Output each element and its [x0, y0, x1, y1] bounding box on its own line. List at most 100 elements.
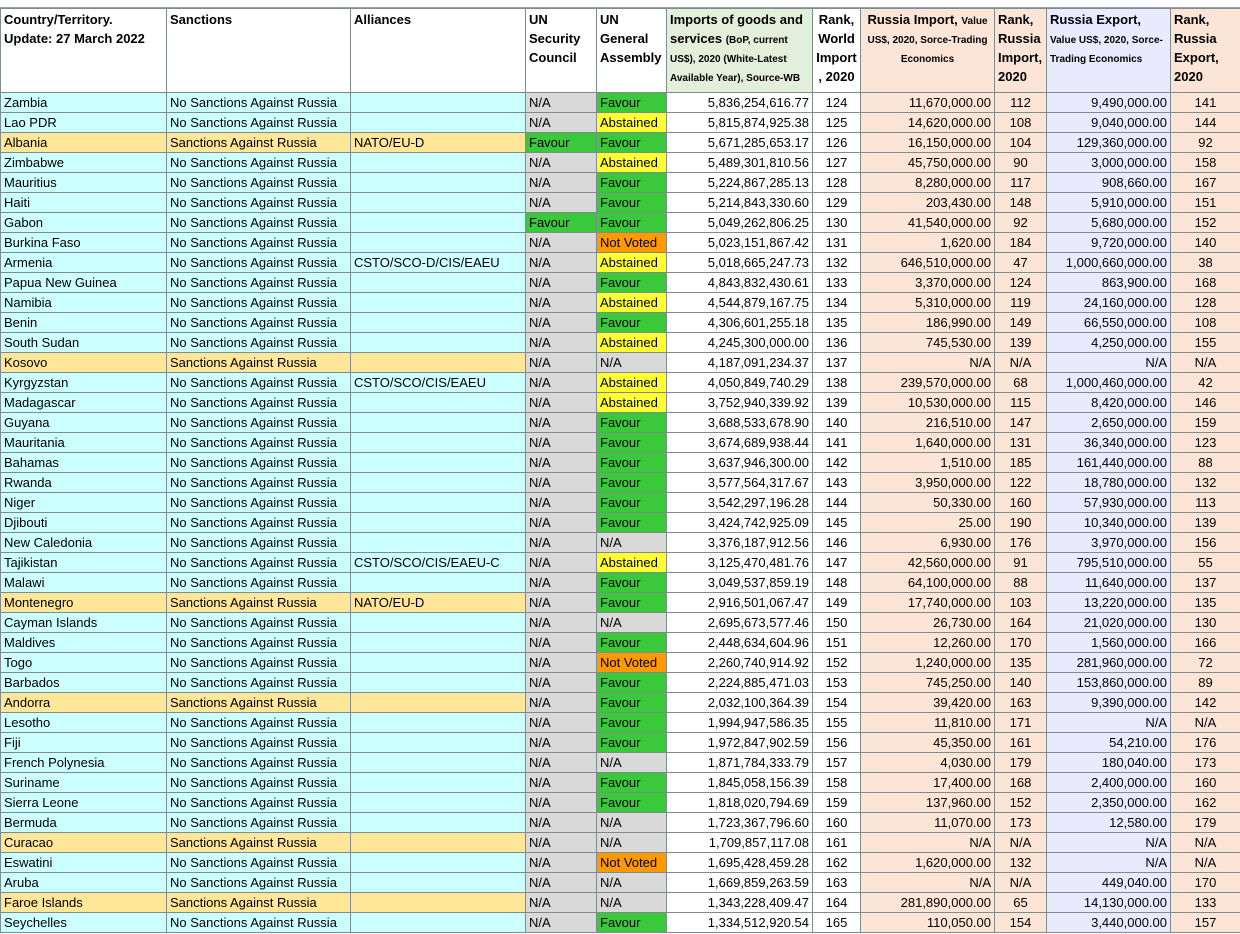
cell-alliances[interactable]: [350, 772, 526, 793]
cell-rank-russia-export[interactable]: N/A: [1170, 352, 1240, 373]
cell-rank-russia-import[interactable]: 104: [994, 132, 1047, 153]
cell-sanctions[interactable]: No Sanctions Against Russia: [166, 532, 351, 553]
cell-country[interactable]: Armenia: [0, 252, 167, 273]
cell-alliances[interactable]: [350, 832, 526, 853]
cell-alliances[interactable]: [350, 792, 526, 813]
cell-un-security-council[interactable]: N/A: [525, 892, 597, 913]
cell-rank-russia-import[interactable]: 90: [994, 152, 1047, 173]
cell-sanctions[interactable]: No Sanctions Against Russia: [166, 612, 351, 633]
cell-rank-russia-import[interactable]: 147: [994, 412, 1047, 433]
cell-russia-export[interactable]: N/A: [1046, 832, 1171, 853]
cell-russia-import[interactable]: 646,510,000.00: [860, 252, 995, 273]
cell-alliances[interactable]: [350, 212, 526, 233]
cell-rank-russia-export[interactable]: 133: [1170, 892, 1240, 913]
cell-imports[interactable]: 5,214,843,330.60: [666, 192, 813, 213]
cell-alliances[interactable]: [350, 672, 526, 693]
cell-un-general-assembly[interactable]: N/A: [596, 532, 667, 553]
cell-un-general-assembly[interactable]: Favour: [596, 412, 667, 433]
cell-sanctions[interactable]: No Sanctions Against Russia: [166, 792, 351, 813]
cell-rank-world[interactable]: 163: [812, 872, 861, 893]
cell-russia-export[interactable]: 11,640,000.00: [1046, 572, 1171, 593]
cell-rank-russia-import[interactable]: 91: [994, 552, 1047, 573]
cell-russia-export[interactable]: 1,000,660,000.00: [1046, 252, 1171, 273]
cell-country[interactable]: Sierra Leone: [0, 792, 167, 813]
cell-rank-russia-export[interactable]: 159: [1170, 412, 1240, 433]
cell-rank-russia-import[interactable]: 131: [994, 432, 1047, 453]
cell-imports[interactable]: 3,637,946,300.00: [666, 452, 813, 473]
cell-rank-russia-import[interactable]: 115: [994, 392, 1047, 413]
cell-un-security-council[interactable]: Favour: [525, 212, 597, 233]
cell-rank-world[interactable]: 158: [812, 772, 861, 793]
cell-rank-russia-import[interactable]: N/A: [994, 352, 1047, 373]
cell-russia-export[interactable]: 1,560,000.00: [1046, 632, 1171, 653]
cell-rank-world[interactable]: 131: [812, 232, 861, 253]
cell-russia-import[interactable]: 11,670,000.00: [860, 92, 995, 113]
cell-rank-russia-import[interactable]: 108: [994, 112, 1047, 133]
cell-un-security-council[interactable]: N/A: [525, 352, 597, 373]
cell-rank-russia-export[interactable]: 157: [1170, 912, 1240, 933]
cell-alliances[interactable]: [350, 532, 526, 553]
cell-un-general-assembly[interactable]: Favour: [596, 512, 667, 533]
cell-rank-russia-export[interactable]: 176: [1170, 732, 1240, 753]
cell-un-general-assembly[interactable]: N/A: [596, 872, 667, 893]
header-alliances[interactable]: Alliances: [350, 8, 526, 93]
cell-russia-export[interactable]: 3,440,000.00: [1046, 912, 1171, 933]
cell-imports[interactable]: 1,343,228,409.47: [666, 892, 813, 913]
cell-russia-import[interactable]: 8,280,000.00: [860, 172, 995, 193]
cell-rank-russia-import[interactable]: 139: [994, 332, 1047, 353]
cell-un-general-assembly[interactable]: Favour: [596, 172, 667, 193]
cell-rank-russia-import[interactable]: 190: [994, 512, 1047, 533]
cell-sanctions[interactable]: Sanctions Against Russia: [166, 352, 351, 373]
cell-alliances[interactable]: [350, 892, 526, 913]
cell-rank-world[interactable]: 148: [812, 572, 861, 593]
cell-sanctions[interactable]: No Sanctions Against Russia: [166, 872, 351, 893]
cell-alliances[interactable]: [350, 912, 526, 933]
cell-country[interactable]: Montenegro: [0, 592, 167, 613]
cell-un-general-assembly[interactable]: N/A: [596, 892, 667, 913]
cell-un-general-assembly[interactable]: Favour: [596, 472, 667, 493]
cell-sanctions[interactable]: No Sanctions Against Russia: [166, 112, 351, 133]
cell-country[interactable]: Gabon: [0, 212, 167, 233]
cell-un-security-council[interactable]: N/A: [525, 452, 597, 473]
cell-rank-russia-import[interactable]: 124: [994, 272, 1047, 293]
cell-rank-world[interactable]: 142: [812, 452, 861, 473]
cell-russia-import[interactable]: N/A: [860, 352, 995, 373]
cell-russia-export[interactable]: 21,020,000.00: [1046, 612, 1171, 633]
cell-rank-world[interactable]: 143: [812, 472, 861, 493]
cell-russia-export[interactable]: 24,160,000.00: [1046, 292, 1171, 313]
cell-un-security-council[interactable]: N/A: [525, 372, 597, 393]
cell-un-general-assembly[interactable]: N/A: [596, 752, 667, 773]
header-rank-world-import[interactable]: Rank, World Import , 2020: [812, 8, 861, 93]
cell-rank-world[interactable]: 153: [812, 672, 861, 693]
cell-rank-russia-export[interactable]: 128: [1170, 292, 1240, 313]
cell-imports[interactable]: 2,916,501,067.47: [666, 592, 813, 613]
cell-country[interactable]: Seychelles: [0, 912, 167, 933]
cell-sanctions[interactable]: No Sanctions Against Russia: [166, 572, 351, 593]
cell-rank-world[interactable]: 127: [812, 152, 861, 173]
cell-russia-export[interactable]: 2,350,000.00: [1046, 792, 1171, 813]
cell-rank-russia-export[interactable]: 135: [1170, 592, 1240, 613]
cell-un-general-assembly[interactable]: Favour: [596, 212, 667, 233]
cell-alliances[interactable]: [350, 852, 526, 873]
cell-country[interactable]: Zimbabwe: [0, 152, 167, 173]
cell-rank-russia-import[interactable]: 185: [994, 452, 1047, 473]
cell-russia-export[interactable]: 3,000,000.00: [1046, 152, 1171, 173]
cell-un-general-assembly[interactable]: Abstained: [596, 112, 667, 133]
cell-sanctions[interactable]: No Sanctions Against Russia: [166, 632, 351, 653]
header-un-security-council[interactable]: UN Security Council: [525, 8, 597, 93]
cell-un-general-assembly[interactable]: N/A: [596, 352, 667, 373]
cell-un-security-council[interactable]: N/A: [525, 772, 597, 793]
cell-rank-russia-import[interactable]: 135: [994, 652, 1047, 673]
cell-un-general-assembly[interactable]: N/A: [596, 832, 667, 853]
cell-russia-export[interactable]: 14,130,000.00: [1046, 892, 1171, 913]
cell-russia-export[interactable]: 4,250,000.00: [1046, 332, 1171, 353]
cell-alliances[interactable]: [350, 452, 526, 473]
cell-un-general-assembly[interactable]: Abstained: [596, 332, 667, 353]
cell-rank-world[interactable]: 161: [812, 832, 861, 853]
cell-rank-russia-export[interactable]: 38: [1170, 252, 1240, 273]
cell-alliances[interactable]: [350, 492, 526, 513]
cell-russia-export[interactable]: 12,580.00: [1046, 812, 1171, 833]
cell-country[interactable]: Rwanda: [0, 472, 167, 493]
header-imports[interactable]: Imports of goods and services (BoP, curr…: [666, 8, 813, 93]
cell-rank-russia-export[interactable]: 166: [1170, 632, 1240, 653]
